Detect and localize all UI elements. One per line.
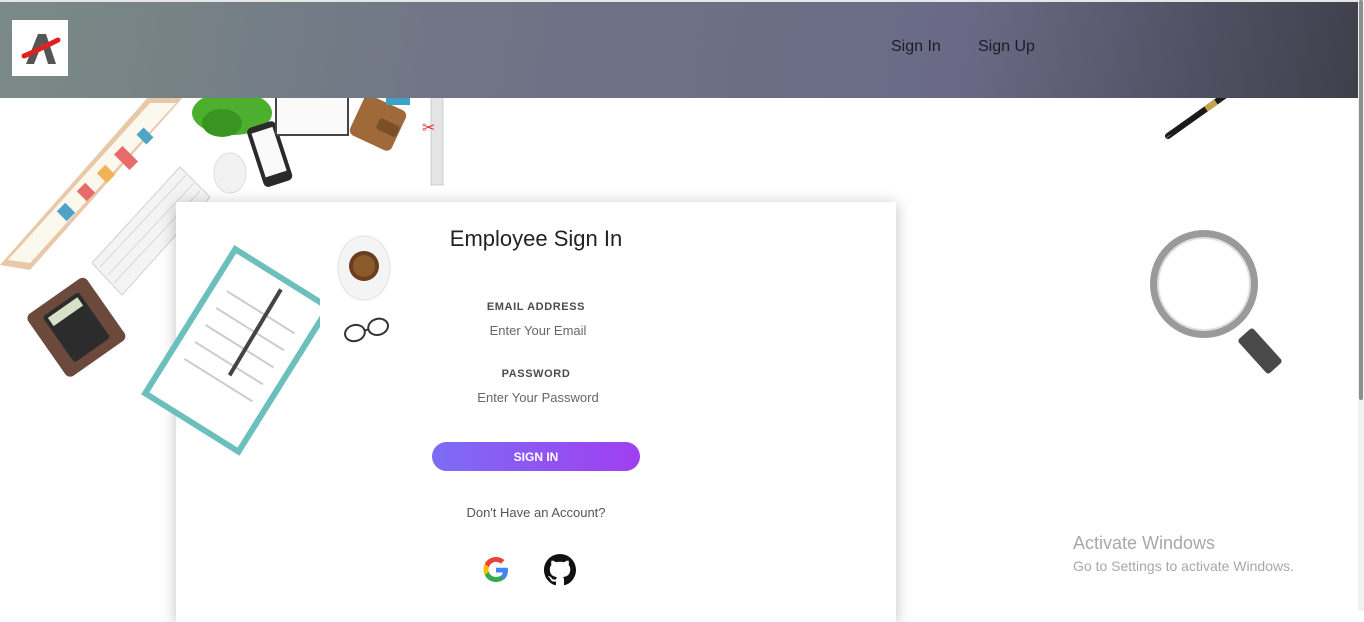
glasses-illustration: [344, 317, 389, 343]
nav-sign-in-link[interactable]: Sign In: [891, 38, 941, 56]
clipboard-illustration: [141, 245, 320, 456]
sign-in-button[interactable]: SIGN IN: [432, 442, 640, 471]
activate-windows-subtitle: Go to Settings to activate Windows.: [1073, 558, 1294, 574]
calculator-icon: [27, 277, 126, 377]
github-sign-in-button[interactable]: [544, 554, 576, 586]
top-navbar: Sign In Sign Up: [0, 0, 1364, 98]
ruler-icon: [430, 95, 444, 186]
brand-logo-icon: [21, 34, 61, 64]
google-sign-in-button[interactable]: [480, 554, 512, 586]
magnifier-illustration: [1150, 230, 1282, 374]
notebook-icon: [275, 95, 349, 136]
nav-sign-up-link[interactable]: Sign Up: [978, 38, 1035, 56]
password-label: PASSWORD: [501, 368, 571, 380]
activate-windows-title: Activate Windows: [1073, 533, 1216, 553]
email-field[interactable]: [436, 319, 640, 341]
form-title: Employee Sign In: [449, 226, 623, 251]
mouse-icon: [213, 152, 247, 194]
password-field[interactable]: [436, 386, 640, 408]
google-icon: [483, 557, 508, 582]
brand-logo[interactable]: [12, 20, 68, 76]
page-scrollbar[interactable]: [1358, 0, 1364, 611]
github-icon: [544, 554, 576, 586]
email-label: EMAIL ADDRESS: [486, 301, 586, 313]
no-account-text: Don't Have an Account?: [466, 505, 606, 520]
sign-in-card: [141, 202, 896, 622]
scrollbar-thumb[interactable]: [1359, 0, 1363, 400]
svg-text:✂: ✂: [422, 118, 435, 137]
